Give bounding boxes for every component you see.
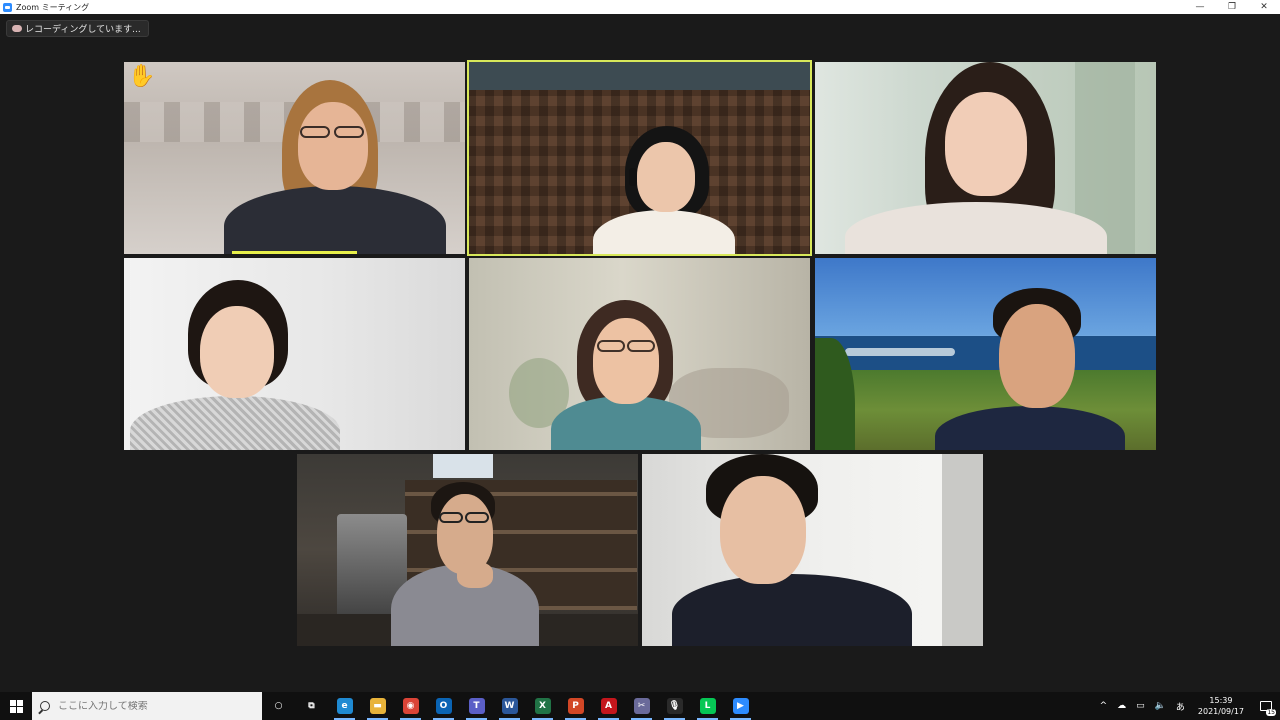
- participant-hand: [457, 562, 493, 588]
- recording-label: レコーディングしています...: [25, 25, 141, 35]
- window-title: Zoom ミーティング: [16, 2, 90, 12]
- search-input[interactable]: [58, 700, 248, 712]
- audio-level-bar: [232, 251, 357, 254]
- participant-face: [298, 102, 368, 190]
- video-tile[interactable]: [815, 258, 1156, 450]
- cloud-recording-icon: [12, 25, 22, 32]
- start-button[interactable]: [0, 692, 32, 720]
- participant-face: [999, 304, 1075, 408]
- recording-indicator[interactable]: レコーディングしています...: [6, 20, 149, 37]
- wall-picture: [433, 454, 493, 478]
- clock-date: 2021/09/17: [1197, 707, 1244, 716]
- close-button[interactable]: ✕: [1248, 0, 1280, 14]
- participant-face: [593, 318, 659, 404]
- line-icon: L: [699, 698, 716, 714]
- wall-edge: [942, 454, 983, 646]
- teams-taskbar-button[interactable]: T: [460, 692, 493, 720]
- glasses-left: [439, 512, 463, 523]
- window-controls: — ❐ ✕: [1184, 0, 1280, 14]
- windows-logo-icon: [9, 699, 23, 713]
- clock-time: 15:39: [1209, 696, 1233, 705]
- raised-hand-icon: ✋: [128, 64, 156, 89]
- show-hidden-icons-icon[interactable]: ^: [1095, 701, 1113, 711]
- participant-face: [637, 142, 695, 212]
- teams-icon: T: [468, 698, 485, 714]
- onedrive-icon[interactable]: ☁: [1112, 701, 1131, 711]
- pinned-apps: ○ ⧉ e ▬ ◉ O T W X P A ✂ 🎙 L ▶: [262, 692, 757, 720]
- glasses-right: [627, 340, 655, 352]
- video-tile[interactable]: [815, 62, 1156, 254]
- file-explorer-taskbar-button[interactable]: ▬: [361, 692, 394, 720]
- chrome-icon: ◉: [402, 698, 419, 714]
- outlook-taskbar-button[interactable]: O: [427, 692, 460, 720]
- search-icon: [40, 701, 50, 711]
- glasses-left: [597, 340, 625, 352]
- glasses-right: [465, 512, 489, 523]
- excel-icon: X: [534, 698, 551, 714]
- headset-icon: [629, 168, 637, 186]
- minimize-button[interactable]: —: [1184, 0, 1216, 14]
- participant-face: [945, 92, 1027, 196]
- network-icon[interactable]: ▭: [1131, 701, 1150, 711]
- action-center-button[interactable]: 15: [1252, 692, 1280, 720]
- glasses-left: [300, 126, 330, 138]
- participant-body: [130, 396, 340, 450]
- taskbar-search[interactable]: [32, 692, 262, 720]
- participant-body: [224, 186, 446, 254]
- edge-icon: e: [336, 698, 353, 714]
- snipping-tool-icon: ✂: [633, 698, 650, 714]
- video-tile-active-speaker[interactable]: [467, 60, 812, 256]
- excel-taskbar-button[interactable]: X: [526, 692, 559, 720]
- file-explorer-icon: ▬: [369, 698, 386, 714]
- participant-body: [672, 574, 912, 646]
- video-tile[interactable]: [297, 454, 638, 646]
- video-tile[interactable]: [124, 258, 465, 450]
- system-tray: ^ ☁ ▭ 🔈 あ 15:39 2021/09/17 15: [1095, 692, 1280, 720]
- taskbar-clock[interactable]: 15:39 2021/09/17: [1190, 695, 1252, 717]
- cortana-icon: ○: [270, 698, 287, 714]
- zoom-app-icon: [3, 2, 12, 12]
- microphone-app-icon: 🎙: [666, 698, 683, 714]
- restore-button[interactable]: ❐: [1216, 0, 1248, 14]
- microphone-app-taskbar-button[interactable]: 🎙: [658, 692, 691, 720]
- word-taskbar-button[interactable]: W: [493, 692, 526, 720]
- participant-face: [200, 306, 274, 398]
- participant-body: [845, 202, 1107, 254]
- snipping-tool-taskbar-button[interactable]: ✂: [625, 692, 658, 720]
- line-taskbar-button[interactable]: L: [691, 692, 724, 720]
- powerpoint-taskbar-button[interactable]: P: [559, 692, 592, 720]
- acrobat-icon: A: [600, 698, 617, 714]
- video-tile[interactable]: ✋: [124, 62, 465, 254]
- volume-icon[interactable]: 🔈: [1150, 701, 1171, 711]
- windows-taskbar: ○ ⧉ e ▬ ◉ OTWXPA ✂ 🎙 L ▶ ^ ☁ ▭ 🔈 あ 15:39 2021/09/…: [0, 692, 1280, 720]
- edge-taskbar-button[interactable]: e: [328, 692, 361, 720]
- cortana-taskbar-button[interactable]: ○: [262, 692, 295, 720]
- chrome-taskbar-button[interactable]: ◉: [394, 692, 427, 720]
- acrobat-taskbar-button[interactable]: A: [592, 692, 625, 720]
- task-view-taskbar-button[interactable]: ⧉: [295, 692, 328, 720]
- zoom-taskbar-button[interactable]: ▶: [724, 692, 757, 720]
- outlook-icon: O: [435, 698, 452, 714]
- task-view-icon: ⧉: [303, 698, 320, 714]
- meeting-gallery-view: レコーディングしています... ✋: [0, 14, 1280, 692]
- glasses-right: [334, 126, 364, 138]
- powerpoint-icon: P: [567, 698, 584, 714]
- breakwater: [845, 348, 955, 356]
- word-icon: W: [501, 698, 518, 714]
- zoom-icon: ▶: [732, 698, 749, 714]
- window-titlebar: Zoom ミーティング — ❐ ✕: [0, 0, 1280, 14]
- ceiling: [467, 60, 812, 90]
- video-tile[interactable]: [469, 258, 810, 450]
- notification-count: 15: [1266, 709, 1276, 716]
- ime-mode-indicator[interactable]: あ: [1171, 700, 1190, 713]
- video-tile[interactable]: [642, 454, 983, 646]
- participant-face: [720, 476, 806, 584]
